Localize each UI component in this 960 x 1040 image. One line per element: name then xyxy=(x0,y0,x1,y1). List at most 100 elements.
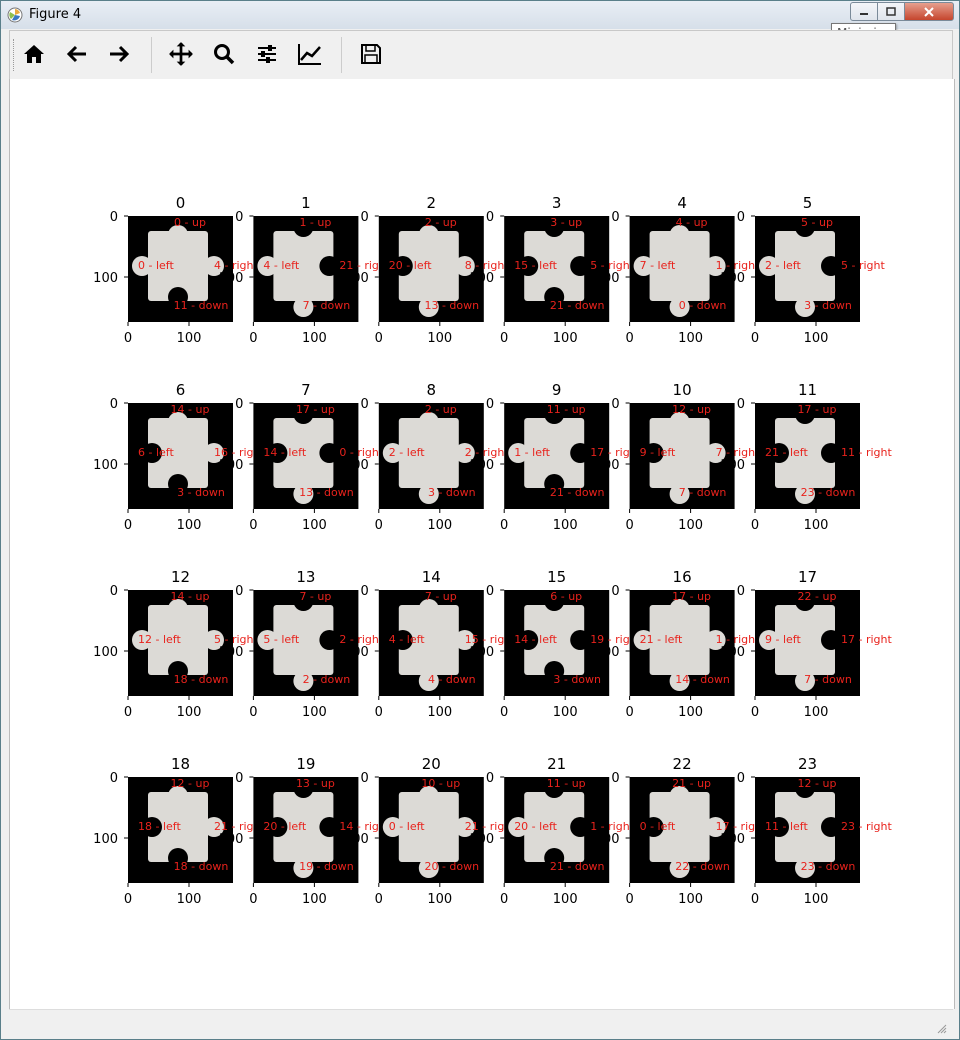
home-icon xyxy=(24,45,44,63)
edge-label-right: 17 - right xyxy=(841,633,892,646)
edge-label-left: 0 - left xyxy=(138,259,174,272)
close-button[interactable] xyxy=(904,2,954,21)
edge-label-up: 10 - up xyxy=(421,777,460,790)
x-tick-label: 0 xyxy=(500,518,508,533)
y-tick-label: 0 xyxy=(235,397,243,412)
puzzle-piece-tab xyxy=(570,256,591,276)
edge-label-down: 21 - down xyxy=(550,860,605,873)
x-tick-label: 0 xyxy=(625,518,633,533)
y-tick-label: 0 xyxy=(486,584,494,599)
x-tick-label: 100 xyxy=(177,518,202,533)
edge-label-up: 2 - up xyxy=(425,216,457,229)
y-tick-label: 100 xyxy=(93,458,118,473)
edge-label-left: 12 - left xyxy=(138,633,181,646)
configure-subplots-button[interactable] xyxy=(254,41,280,67)
x-tick-label: 0 xyxy=(124,518,132,533)
x-tick-label: 100 xyxy=(553,892,578,907)
edge-label-up: 5 - up xyxy=(801,216,833,229)
y-tick-label: 0 xyxy=(235,584,243,599)
x-tick-label: 100 xyxy=(302,705,327,720)
edge-label-right: 11 - right xyxy=(841,446,892,459)
subplot-title: 23 xyxy=(798,755,817,773)
subplot-title: 6 xyxy=(176,381,186,399)
y-tick-label: 0 xyxy=(611,771,619,786)
edge-label-down: 19 - down xyxy=(299,860,354,873)
edge-label-down: 7 - down xyxy=(303,299,351,312)
home-button[interactable] xyxy=(21,41,47,67)
figure-canvas[interactable]: 0 0 100 0 100 0 - up 0 - left 4 - righ 11 - down… xyxy=(9,79,955,1009)
arrow-right-icon xyxy=(110,45,130,63)
subplot-title: 3 xyxy=(552,194,562,212)
zoom-button[interactable] xyxy=(211,41,237,67)
edge-label-right: 23 - right xyxy=(841,820,892,833)
toolbar-grip[interactable] xyxy=(13,39,17,71)
move-icon xyxy=(169,42,193,66)
edit-axes-button[interactable] xyxy=(297,41,323,67)
subplot-title: 8 xyxy=(427,381,437,399)
subplot-title: 14 xyxy=(422,568,441,586)
x-tick-label: 0 xyxy=(375,331,383,346)
x-tick-label: 100 xyxy=(177,331,202,346)
subplot-title: 5 xyxy=(803,194,813,212)
x-tick-label: 100 xyxy=(302,518,327,533)
y-tick-label: 100 xyxy=(595,645,620,660)
y-tick-label: 0 xyxy=(235,210,243,225)
edge-label-up: 1 - up xyxy=(299,216,331,229)
maximize-button[interactable] xyxy=(877,2,905,21)
edge-label-down: 18 - down xyxy=(174,673,229,686)
edge-label-up: 12 - up xyxy=(798,777,837,790)
subplot-title: 18 xyxy=(171,755,190,773)
edge-label-down: 13 - down xyxy=(299,486,354,499)
forward-button[interactable] xyxy=(106,41,132,67)
puzzle-piece-tab xyxy=(570,443,591,463)
x-tick-label: 100 xyxy=(427,705,452,720)
x-tick-label: 100 xyxy=(804,518,829,533)
edge-label-left: 0 - left xyxy=(640,820,676,833)
y-tick-label: 100 xyxy=(469,832,494,847)
resize-grip-icon[interactable] xyxy=(937,1024,947,1034)
edge-label-up: 17 - up xyxy=(798,403,837,416)
pan-button[interactable] xyxy=(168,41,194,67)
puzzle-piece-tab xyxy=(319,443,340,463)
navigation-toolbar xyxy=(9,30,953,80)
edge-label-up: 4 - up xyxy=(676,216,708,229)
title-bar[interactable]: Figure 4 xyxy=(1,1,959,29)
save-button[interactable] xyxy=(358,41,384,67)
zoom-icon xyxy=(214,44,235,65)
puzzle-piece-tab xyxy=(319,630,340,650)
y-tick-label: 100 xyxy=(219,271,244,286)
y-tick-label: 100 xyxy=(93,645,118,660)
y-tick-label: 0 xyxy=(361,771,369,786)
x-tick-label: 100 xyxy=(302,892,327,907)
window-controls xyxy=(850,2,954,21)
x-tick-label: 0 xyxy=(249,705,257,720)
x-tick-label: 100 xyxy=(553,331,578,346)
edge-label-left: 14 - left xyxy=(263,446,306,459)
x-tick-label: 0 xyxy=(751,518,759,533)
y-tick-label: 0 xyxy=(361,210,369,225)
edge-label-left: 5 - left xyxy=(263,633,299,646)
x-tick-label: 100 xyxy=(678,705,703,720)
minimize-button[interactable] xyxy=(850,2,878,21)
subplot-title: 16 xyxy=(673,568,692,586)
edge-label-down: 3 - down xyxy=(553,673,601,686)
edge-label-left: 4 - left xyxy=(263,259,299,272)
edge-label-left: 20 - left xyxy=(263,820,306,833)
save-icon xyxy=(361,44,381,64)
edge-label-left: 6 - left xyxy=(138,446,174,459)
y-tick-label: 100 xyxy=(93,271,118,286)
x-tick-label: 0 xyxy=(124,331,132,346)
edge-label-left: 20 - left xyxy=(514,820,557,833)
subplot-title: 21 xyxy=(547,755,566,773)
edge-label-up: 2 - up xyxy=(425,403,457,416)
y-tick-label: 0 xyxy=(486,210,494,225)
x-tick-label: 0 xyxy=(124,892,132,907)
x-tick-label: 100 xyxy=(678,892,703,907)
edge-label-left: 1 - left xyxy=(514,446,550,459)
edge-label-down: 21 - down xyxy=(550,486,605,499)
subplot-title: 12 xyxy=(171,568,190,586)
edge-label-left: 7 - left xyxy=(640,259,676,272)
back-button[interactable] xyxy=(64,41,90,67)
edge-label-up: 7 - up xyxy=(299,590,331,603)
edge-label-down: 11 - down xyxy=(174,299,229,312)
